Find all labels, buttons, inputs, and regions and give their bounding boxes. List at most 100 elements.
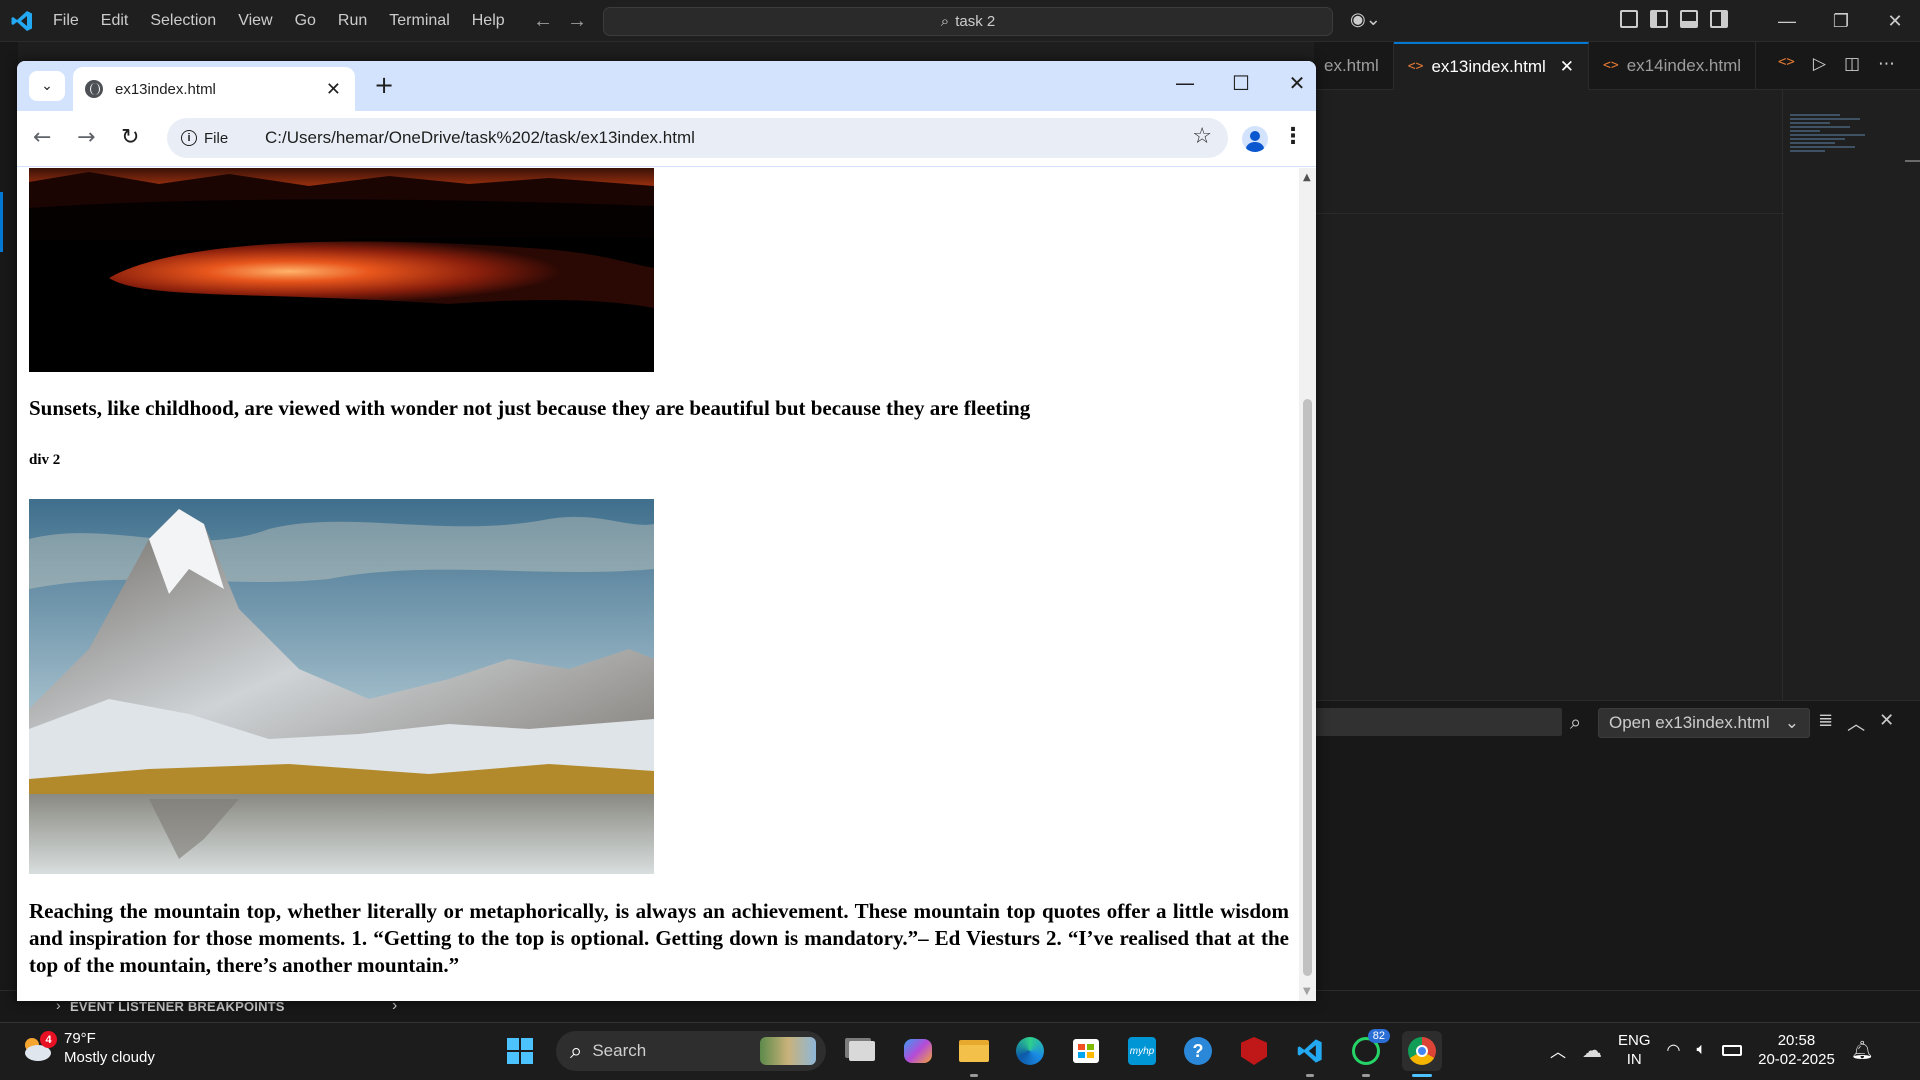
menu-terminal[interactable]: Terminal bbox=[378, 0, 460, 42]
activity-bar bbox=[0, 42, 18, 1022]
close-icon[interactable]: ✕ bbox=[326, 79, 341, 100]
chrome-window-controls: — ☐ ✕ bbox=[1157, 71, 1316, 95]
editor-area[interactable] bbox=[1314, 90, 1920, 700]
menu-file[interactable]: File bbox=[42, 0, 90, 42]
weather-text: 79°F Mostly cloudy bbox=[64, 1029, 155, 1067]
info-icon: i bbox=[181, 130, 197, 146]
scroll-up-arrow-icon[interactable]: ▲ bbox=[1303, 172, 1311, 183]
toggle-sidebar-icon[interactable] bbox=[1650, 10, 1668, 28]
tab-ex14index[interactable]: <> ex14index.html bbox=[1589, 41, 1757, 90]
menu-help[interactable]: Help bbox=[461, 0, 516, 42]
tab-label: ex14index.html bbox=[1626, 55, 1742, 75]
chrome-window: ⌄ ex13index.html ✕ + — ☐ ✕ ← → ↻ i File … bbox=[17, 61, 1316, 1001]
copilot-icon[interactable] bbox=[898, 1031, 938, 1071]
globe-icon bbox=[85, 80, 103, 98]
customize-layout-icon[interactable] bbox=[1620, 10, 1638, 28]
copilot-icon[interactable]: ◉⌄ bbox=[1350, 9, 1381, 30]
wifi-icon[interactable]: ◠ bbox=[1667, 1040, 1681, 1060]
minimap[interactable] bbox=[1790, 112, 1870, 172]
vscode-taskbar-icon[interactable] bbox=[1290, 1031, 1330, 1077]
close-icon[interactable]: ✕ bbox=[1868, 11, 1920, 32]
running-indicator bbox=[970, 1074, 978, 1077]
notification-bell-icon[interactable]: 🔔︎ bbox=[1851, 1040, 1874, 1061]
myhp-icon[interactable]: myhp bbox=[1122, 1031, 1162, 1071]
minimize-icon[interactable]: — bbox=[1760, 11, 1814, 32]
cloud-sun-icon: 4 bbox=[20, 1031, 57, 1065]
profile-avatar-icon[interactable] bbox=[1242, 126, 1268, 152]
taskbar-search[interactable]: ⌕ Search bbox=[556, 1031, 826, 1071]
language-indicator[interactable]: ENG IN bbox=[1618, 1031, 1651, 1069]
forward-arrow-icon[interactable]: → bbox=[567, 10, 587, 33]
back-arrow-icon[interactable]: ← bbox=[533, 10, 553, 33]
tab-search-button[interactable]: ⌄ bbox=[29, 71, 65, 101]
split-editor-icon[interactable]: ◫ bbox=[1844, 54, 1860, 74]
vscode-logo-icon[interactable] bbox=[10, 9, 34, 33]
mcafee-icon[interactable] bbox=[1234, 1031, 1274, 1071]
search-icon[interactable]: ⌕ bbox=[1570, 710, 1581, 734]
maximize-icon[interactable]: ☐ bbox=[1213, 71, 1269, 95]
scrollbar-thumb[interactable] bbox=[1303, 399, 1312, 976]
task-view-icon[interactable] bbox=[842, 1031, 882, 1071]
clock[interactable]: 20:58 20-02-2025 bbox=[1758, 1031, 1835, 1069]
event-listener-breakpoints-header[interactable]: EVENT LISTENER BREAKPOINTS bbox=[70, 999, 285, 1014]
volume-icon[interactable]: 🔈︎ bbox=[1697, 1041, 1707, 1059]
bottom-panel bbox=[1314, 700, 1920, 1000]
back-icon[interactable]: ← bbox=[33, 125, 51, 150]
weather-desc: Mostly cloudy bbox=[64, 1049, 155, 1066]
menu-view[interactable]: View bbox=[227, 0, 283, 42]
onedrive-icon[interactable]: ☁ bbox=[1582, 1038, 1602, 1063]
new-tab-button[interactable]: + bbox=[374, 71, 394, 99]
reload-icon[interactable]: ↻ bbox=[121, 125, 139, 150]
close-icon[interactable]: ✕ bbox=[1269, 71, 1316, 95]
file-explorer-icon[interactable] bbox=[954, 1031, 994, 1077]
tab-ex13index[interactable]: <> ex13index.html ✕ bbox=[1393, 41, 1590, 90]
edge-icon[interactable] bbox=[1010, 1031, 1050, 1071]
bookmark-star-icon[interactable]: ☆ bbox=[1192, 124, 1212, 149]
chrome-tab-active[interactable]: ex13index.html ✕ bbox=[73, 67, 355, 111]
panel-actions: ≣ ︿ ✕ bbox=[1818, 710, 1894, 736]
toggle-panel-icon[interactable] bbox=[1680, 10, 1698, 28]
chrome-tab-title: ex13index.html bbox=[115, 80, 216, 98]
start-windows-icon[interactable] bbox=[500, 1031, 540, 1071]
editor-actions: <> ▷ ◫ ⋯ bbox=[1778, 54, 1895, 74]
kebab-menu-icon[interactable]: ⋮ bbox=[1282, 124, 1304, 149]
chrome-taskbar-icon[interactable] bbox=[1402, 1031, 1442, 1077]
chevron-up-icon[interactable]: ︿ bbox=[1550, 1038, 1566, 1062]
run-icon[interactable]: ▷ bbox=[1813, 54, 1826, 74]
command-center[interactable]: ⌕ task 2 bbox=[603, 7, 1333, 36]
close-panel-icon[interactable]: ✕ bbox=[1879, 710, 1894, 736]
microsoft-store-icon[interactable] bbox=[1066, 1031, 1106, 1071]
restore-icon[interactable]: ❐ bbox=[1814, 11, 1868, 32]
toggle-secondary-sidebar-icon[interactable] bbox=[1710, 10, 1728, 28]
tab-ex-html[interactable]: ex.html bbox=[1314, 41, 1394, 90]
running-indicator bbox=[1362, 1074, 1370, 1077]
forward-icon[interactable]: → bbox=[77, 125, 95, 150]
word-wrap-icon[interactable]: ≣ bbox=[1818, 710, 1833, 736]
open-preview-icon[interactable]: <> bbox=[1778, 54, 1795, 74]
search-icon: ⌕ bbox=[570, 1038, 583, 1063]
site-info-chip[interactable]: i File bbox=[173, 123, 240, 153]
url-text[interactable]: C:/Users/hemar/OneDrive/task%202/task/ex… bbox=[265, 128, 695, 148]
menu-run[interactable]: Run bbox=[327, 0, 378, 42]
site-info-label: File bbox=[204, 129, 229, 147]
panel-source-select[interactable]: Open ex13index.html ⌄ bbox=[1598, 708, 1810, 738]
menu-edit[interactable]: Edit bbox=[90, 0, 140, 42]
get-help-icon[interactable]: ? bbox=[1178, 1031, 1218, 1071]
menu-go[interactable]: Go bbox=[284, 0, 327, 42]
tab-close-icon[interactable]: ✕ bbox=[1560, 57, 1574, 77]
battery-icon[interactable] bbox=[1722, 1044, 1743, 1056]
panel-filter-input[interactable] bbox=[1314, 708, 1562, 736]
more-actions-icon[interactable]: ⋯ bbox=[1878, 54, 1895, 74]
page-scrollbar[interactable]: ▲ ▼ bbox=[1299, 168, 1316, 1001]
minimize-icon[interactable]: — bbox=[1157, 71, 1213, 95]
whatsapp-icon[interactable]: 82 bbox=[1346, 1029, 1390, 1077]
maximize-panel-icon[interactable]: ︿ bbox=[1847, 710, 1865, 736]
vscode-window-controls: — ❐ ✕ bbox=[1760, 0, 1920, 42]
menu-selection[interactable]: Selection bbox=[139, 0, 227, 42]
whatsapp-badge: 82 bbox=[1367, 1029, 1390, 1043]
scroll-down-arrow-icon[interactable]: ▼ bbox=[1303, 986, 1311, 997]
weather-widget[interactable]: 4 79°F Mostly cloudy bbox=[20, 1029, 155, 1067]
system-tray: ︿ ☁ ENG IN ◠ 🔈︎ 20:58 20-02-2025 🔔︎ bbox=[1550, 1031, 1874, 1069]
address-bar[interactable]: i File C:/Users/hemar/OneDrive/task%202/… bbox=[167, 118, 1228, 158]
active-indicator bbox=[1412, 1074, 1432, 1077]
